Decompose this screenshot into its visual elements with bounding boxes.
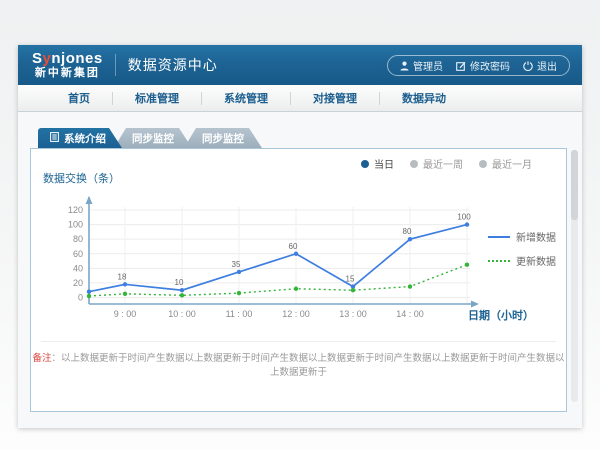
svg-text:10: 10 [175,278,184,287]
svg-text:80: 80 [403,227,412,236]
user-icon [400,61,409,71]
svg-text:100: 100 [68,220,83,230]
tab-sync-monitor-2[interactable]: 同步监控 [184,128,262,148]
note-divider [41,341,556,342]
app-title: 数据资源中心 [128,55,218,75]
tab-bar: 系统介绍 同步监控 同步监控 [38,128,262,148]
svg-text:12 : 00: 12 : 00 [282,309,310,319]
user-toolbar: 管理员 修改密码 退出 [387,55,570,76]
legend-item-new-data: 新增数据 [488,229,556,244]
dotted-line-swatch [488,260,510,262]
company-logo: Synjones 新中新集团 [32,51,103,79]
nav-item-home[interactable]: 首页 [46,90,112,106]
svg-text:60: 60 [73,249,83,259]
logout-button[interactable]: 退出 [523,58,557,73]
logo-company-name: 新中新集团 [35,68,100,79]
content-area: 系统介绍 同步监控 同步监控 当日 最近一周 [18,112,582,427]
nav-item-data-change[interactable]: 数据异动 [380,90,468,106]
logout-label: 退出 [537,58,557,73]
solid-line-swatch [488,236,510,238]
svg-text:20: 20 [73,278,83,288]
current-user-label: 管理员 [413,58,443,73]
svg-text:40: 40 [73,263,83,273]
nav-item-interface-mgmt[interactable]: 对接管理 [291,90,379,106]
svg-text:60: 60 [289,242,298,251]
app-header: Synjones 新中新集团 数据资源中心 管理员 修改密码 [18,45,582,85]
chart-legend: 新增数据 更新数据 [488,229,556,268]
svg-text:0: 0 [78,293,83,303]
nav-item-system-mgmt[interactable]: 系统管理 [202,90,290,106]
svg-text:日期（小时）: 日期（小时） [468,308,534,322]
change-password-button[interactable]: 修改密码 [456,58,510,73]
tab-label: 系统介绍 [64,131,106,146]
footnote-label: 备注 [32,353,51,364]
tab-sync-monitor-1[interactable]: 同步监控 [114,128,192,148]
legend-item-updated-data: 更新数据 [488,253,556,268]
chart-panel: 当日 最近一周 最近一月 数据交换（条） 0204060801001209 : … [30,148,567,412]
nav-item-standard-mgmt[interactable]: 标准管理 [113,90,201,106]
app-window: Synjones 新中新集团 数据资源中心 管理员 修改密码 [18,45,582,428]
edit-icon [456,61,466,71]
scrollbar-thumb[interactable] [571,150,578,220]
logo-wordmark: Synjones [32,51,103,66]
main-nav: 首页 标准管理 系统管理 对接管理 数据异动 [18,85,582,112]
scrollbar-track[interactable] [571,150,578,402]
svg-text:13 : 00: 13 : 00 [339,309,367,319]
power-icon [523,61,533,71]
svg-text:14 : 00: 14 : 00 [396,309,424,319]
svg-text:18: 18 [118,272,127,281]
svg-text:10 : 00: 10 : 00 [168,309,196,319]
tab-system-intro[interactable]: 系统介绍 [38,128,122,148]
tab-label: 同步监控 [132,131,174,146]
current-user[interactable]: 管理员 [400,58,443,73]
svg-text:9 : 00: 9 : 00 [114,309,137,319]
svg-text:100: 100 [457,213,471,222]
tab-label: 同步监控 [202,131,244,146]
svg-text:15: 15 [346,275,355,284]
svg-text:120: 120 [68,205,83,215]
footnote: 备注：以上数据更新于时间产生数据以上数据更新于时间产生数据以上数据更新于时间产生… [31,350,566,378]
legend-label: 更新数据 [516,253,556,268]
footnote-body: ：以上数据更新于时间产生数据以上数据更新于时间产生数据以上数据更新于时间产生数据… [52,353,565,378]
svg-text:35: 35 [232,260,241,269]
legend-label: 新增数据 [516,229,556,244]
svg-text:80: 80 [73,234,83,244]
document-icon [50,132,59,145]
header-divider [115,54,116,76]
change-password-label: 修改密码 [470,58,510,73]
svg-text:11 : 00: 11 : 00 [226,309,253,319]
